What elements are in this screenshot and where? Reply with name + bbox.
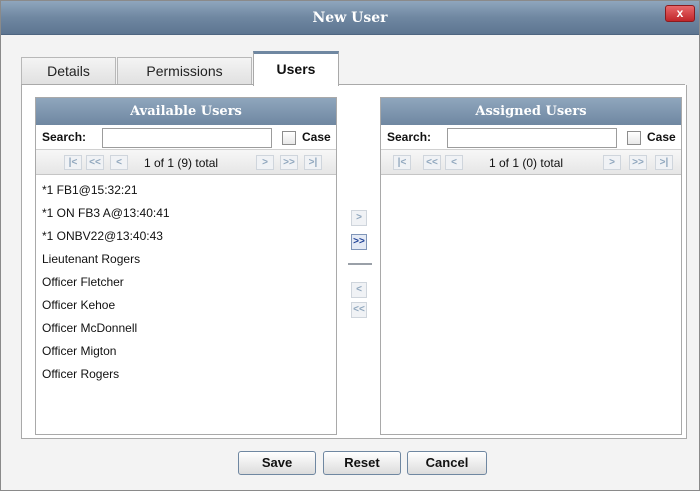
dialog-title: New User: [312, 10, 388, 26]
available-case-checkbox[interactable]: [282, 131, 296, 145]
remove-one-icon[interactable]: <: [351, 282, 367, 298]
list-item[interactable]: Officer Migton: [36, 340, 336, 363]
close-button[interactable]: x: [665, 5, 695, 22]
list-item[interactable]: Lieutenant Rogers: [36, 248, 336, 271]
prev-page-icon[interactable]: <: [445, 155, 463, 170]
list-item[interactable]: Officer Fletcher: [36, 271, 336, 294]
list-item[interactable]: *1 ON FB3 A@13:40:41: [36, 202, 336, 225]
reset-button[interactable]: Reset: [323, 451, 401, 475]
assigned-users-header: Assigned Users: [381, 98, 681, 125]
new-user-dialog: New User x Details Permissions Users Ava…: [0, 0, 700, 491]
next-page-icon[interactable]: >: [256, 155, 274, 170]
assigned-search-input[interactable]: [447, 128, 617, 148]
list-item[interactable]: *1 ONBV22@13:40:43: [36, 225, 336, 248]
assigned-search-label: Search:: [387, 130, 432, 144]
next-page-group-icon[interactable]: >>: [280, 155, 298, 170]
assigned-users-list[interactable]: [381, 175, 681, 179]
tab-permissions[interactable]: Permissions: [117, 57, 252, 85]
assigned-users-panel: Assigned Users Search: Case |< << < 1 of…: [380, 97, 682, 435]
list-item[interactable]: *1 FB1@15:32:21: [36, 179, 336, 202]
tab-users[interactable]: Users: [253, 51, 339, 86]
dialog-titlebar[interactable]: New User x: [1, 1, 699, 35]
available-users-header: Available Users: [36, 98, 336, 125]
tab-bar: Details Permissions Users: [1, 35, 699, 86]
available-page-status: 1 of 1 (9) total: [144, 156, 219, 170]
available-search-label: Search:: [42, 130, 87, 144]
remove-all-icon[interactable]: <<: [351, 302, 367, 318]
next-page-icon[interactable]: >: [603, 155, 621, 170]
last-page-icon[interactable]: >|: [655, 155, 673, 170]
list-item[interactable]: Officer Rogers: [36, 363, 336, 386]
close-icon: x: [676, 6, 684, 20]
list-item[interactable]: Officer McDonnell: [36, 317, 336, 340]
dialog-footer: Save Reset Cancel: [1, 447, 699, 477]
assigned-page-status: 1 of 1 (0) total: [489, 156, 564, 170]
last-page-icon[interactable]: >|: [304, 155, 322, 170]
tab-details[interactable]: Details: [21, 57, 116, 85]
list-item[interactable]: Officer Kehoe: [36, 294, 336, 317]
available-users-list: *1 FB1@15:32:21 *1 ON FB3 A@13:40:41 *1 …: [36, 175, 336, 386]
assigned-pager: |< << < 1 of 1 (0) total > >> >|: [381, 149, 681, 175]
add-all-icon[interactable]: >>: [351, 234, 367, 250]
available-search-row: Search: Case: [36, 125, 336, 149]
first-page-icon[interactable]: |<: [64, 155, 82, 170]
first-page-icon[interactable]: |<: [393, 155, 411, 170]
assigned-case-label: Case: [647, 130, 676, 144]
assigned-search-row: Search: Case: [381, 125, 681, 149]
prev-page-icon[interactable]: <: [110, 155, 128, 170]
available-pager: |< << < 1 of 1 (9) total > >> >|: [36, 149, 336, 175]
cancel-button[interactable]: Cancel: [407, 451, 487, 475]
save-button[interactable]: Save: [238, 451, 316, 475]
prev-page-group-icon[interactable]: <<: [423, 155, 441, 170]
add-one-icon[interactable]: >: [351, 210, 367, 226]
prev-page-group-icon[interactable]: <<: [86, 155, 104, 170]
next-page-group-icon[interactable]: >>: [629, 155, 647, 170]
available-case-label: Case: [302, 130, 331, 144]
transfer-divider: [348, 263, 372, 265]
available-search-input[interactable]: [102, 128, 272, 148]
available-users-panel: Available Users Search: Case |< << < 1 o…: [35, 97, 337, 435]
assigned-case-checkbox[interactable]: [627, 131, 641, 145]
